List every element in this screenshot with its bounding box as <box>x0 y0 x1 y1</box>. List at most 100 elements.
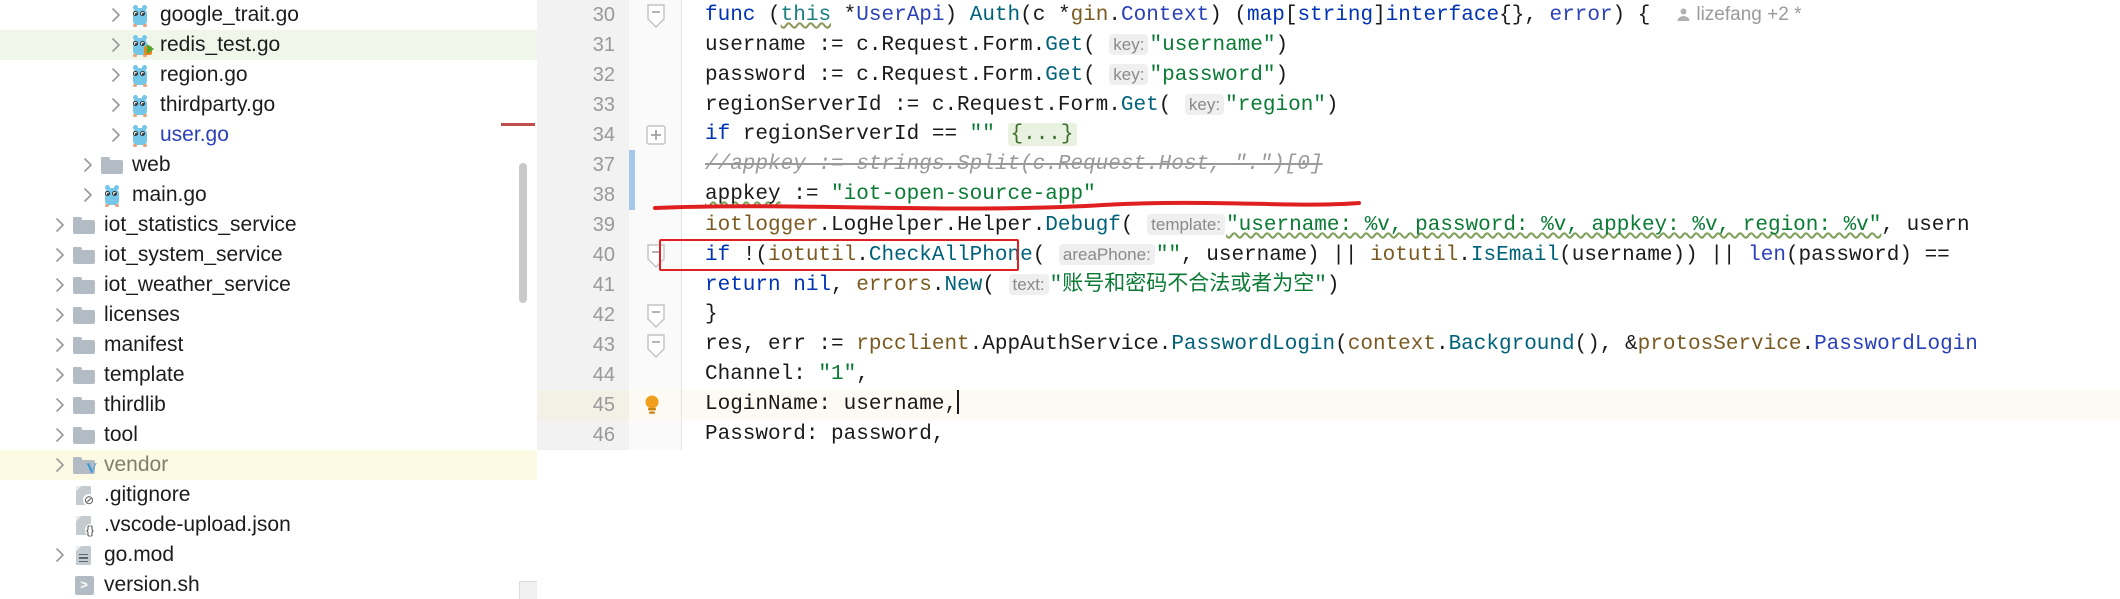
line-number[interactable]: 42 <box>537 300 629 330</box>
code-text[interactable]: func (this *UserApi) Auth(c *gin.Context… <box>705 0 2120 30</box>
code-text[interactable]: LoginName: username, <box>705 390 2120 420</box>
code-line-38[interactable]: 38 appkey := "iot-open-source-app" <box>537 180 2120 210</box>
code-line-45[interactable]: 45 LoginName: username, <box>537 390 2120 420</box>
file-tree[interactable]: google_trait.go redis_test.go region.go thi… <box>0 0 537 599</box>
code-text[interactable]: return nil, errors.New( text: "账号和密码不合法或者… <box>705 270 2120 300</box>
expand-chevron-icon[interactable] <box>78 185 99 206</box>
code-text[interactable]: //appkey := strings.Split(c.Request.Host… <box>705 150 2120 180</box>
tree-item-licenses[interactable]: licenses <box>0 300 537 330</box>
gutter-icons[interactable] <box>629 210 681 240</box>
vcs-author-annotation[interactable]: lizefang +2 * <box>1676 4 1801 25</box>
code-text[interactable]: password := c.Request.Form.Get( key: "pas… <box>705 60 2120 90</box>
tree-item-user-go[interactable]: user.go <box>0 120 537 150</box>
code-line-40[interactable]: 40 if !(iotutil.CheckAllPhone( areaPhone:… <box>537 240 2120 270</box>
code-fold-toggle[interactable] <box>645 334 667 358</box>
tree-item-vendor[interactable]: Vvendor <box>0 450 537 480</box>
expand-chevron-icon[interactable] <box>50 215 71 236</box>
line-number[interactable]: 40 <box>537 240 629 270</box>
code-line-46[interactable]: 46 Password: password, <box>537 420 2120 450</box>
gutter-icons[interactable] <box>629 360 681 390</box>
code-editor-pane[interactable]: 30 func (this *UserApi) Auth(c *gin.Conte… <box>537 0 2120 599</box>
gutter-icons[interactable] <box>629 240 681 270</box>
gutter-icons[interactable] <box>629 150 681 180</box>
code-line-43[interactable]: 43 res, err := rpcclient.AppAuthService.P… <box>537 330 2120 360</box>
expand-chevron-icon[interactable] <box>50 365 71 386</box>
code-text[interactable]: if regionServerId == "" {...} <box>705 120 2120 150</box>
gutter-icons[interactable] <box>629 180 681 210</box>
gutter-icons[interactable] <box>629 60 681 90</box>
line-number[interactable]: 45 <box>537 390 629 420</box>
line-number[interactable]: 33 <box>537 90 629 120</box>
expand-chevron-icon[interactable] <box>106 35 127 56</box>
code-text[interactable]: username := c.Request.Form.Get( key: "use… <box>705 30 2120 60</box>
code-text[interactable]: Channel: "1", <box>705 360 2120 390</box>
code-line-42[interactable]: 42 } <box>537 300 2120 330</box>
line-number[interactable]: 41 <box>537 270 629 300</box>
expand-chevron-icon[interactable] <box>106 95 127 116</box>
code-line-37[interactable]: 37 //appkey := strings.Split(c.Request.Ho… <box>537 150 2120 180</box>
line-number[interactable]: 30 <box>537 0 629 30</box>
expand-chevron-icon[interactable] <box>106 125 127 146</box>
code-fold-toggle[interactable] <box>645 4 667 28</box>
expand-chevron-icon[interactable] <box>50 245 71 266</box>
code-fold-toggle[interactable] <box>645 244 667 268</box>
code-fold-toggle[interactable] <box>645 124 667 146</box>
gutter-icons[interactable] <box>629 120 681 150</box>
tree-item-google-trait-go[interactable]: google_trait.go <box>0 0 537 30</box>
code-text[interactable]: res, err := rpcclient.AppAuthService.Pas… <box>705 330 2120 360</box>
code-line-41[interactable]: 41 return nil, errors.New( text: "账号和密码不合… <box>537 270 2120 300</box>
tree-item-web[interactable]: web <box>0 150 537 180</box>
tree-item-version-sh[interactable]: > version.sh <box>0 570 537 599</box>
line-number[interactable]: 34 <box>537 120 629 150</box>
line-number[interactable]: 43 <box>537 330 629 360</box>
expand-chevron-icon[interactable] <box>50 425 71 446</box>
code-fold-toggle[interactable] <box>645 304 667 328</box>
code-line-44[interactable]: 44 Channel: "1", <box>537 360 2120 390</box>
expand-chevron-icon[interactable] <box>78 155 99 176</box>
line-number[interactable]: 32 <box>537 60 629 90</box>
vcs-change-marker[interactable] <box>629 180 635 210</box>
code-line-30[interactable]: 30 func (this *UserApi) Auth(c *gin.Conte… <box>537 0 2120 30</box>
code-text[interactable]: regionServerId := c.Request.Form.Get( ke… <box>705 90 2120 120</box>
line-number[interactable]: 46 <box>537 420 629 450</box>
intention-action-bulb[interactable] <box>641 394 663 416</box>
code-lines[interactable]: 30 func (this *UserApi) Auth(c *gin.Conte… <box>537 0 2120 450</box>
tree-item-vscode-upload-json[interactable]: {} .vscode-upload.json <box>0 510 537 540</box>
gutter-icons[interactable] <box>629 0 681 30</box>
folded-code-block[interactable]: {...} <box>1007 123 1077 146</box>
tree-item-redis-test-go[interactable]: redis_test.go <box>0 30 537 60</box>
tree-item-gitignore[interactable]: ⊘ .gitignore <box>0 480 537 510</box>
expand-chevron-icon[interactable] <box>50 455 71 476</box>
expand-chevron-icon[interactable] <box>106 65 127 86</box>
gutter-icons[interactable] <box>629 330 681 360</box>
tree-item-iot-system-service[interactable]: iot_system_service <box>0 240 537 270</box>
gutter-icons[interactable] <box>629 90 681 120</box>
tree-item-go-mod[interactable]: go.mod <box>0 540 537 570</box>
line-number[interactable]: 31 <box>537 30 629 60</box>
gutter-icons[interactable] <box>629 30 681 60</box>
tree-item-thirdlib[interactable]: thirdlib <box>0 390 537 420</box>
gutter-icons[interactable] <box>629 300 681 330</box>
code-text[interactable]: if !(iotutil.CheckAllPhone( areaPhone: ""… <box>705 240 2120 270</box>
gutter-icons[interactable] <box>629 420 681 450</box>
project-tool-window[interactable]: google_trait.go redis_test.go region.go thi… <box>0 0 537 599</box>
sidebar-vertical-scrollbar[interactable] <box>519 163 527 303</box>
code-text[interactable]: appkey := "iot-open-source-app" <box>705 180 2120 210</box>
gutter-icons[interactable] <box>629 390 681 420</box>
vcs-change-marker[interactable] <box>629 150 635 180</box>
code-line-39[interactable]: 39 iotlogger.LogHelper.Helper.Debugf( tem… <box>537 210 2120 240</box>
expand-chevron-icon[interactable] <box>50 275 71 296</box>
expand-chevron-icon[interactable] <box>50 395 71 416</box>
tree-item-manifest[interactable]: manifest <box>0 330 537 360</box>
expand-chevron-icon[interactable] <box>50 335 71 356</box>
expand-chevron-icon[interactable] <box>50 545 71 566</box>
code-text[interactable]: iotlogger.LogHelper.Helper.Debugf( templ… <box>705 210 2120 240</box>
tree-item-thirdparty-go[interactable]: thirdparty.go <box>0 90 537 120</box>
gutter-icons[interactable] <box>629 270 681 300</box>
line-number[interactable]: 44 <box>537 360 629 390</box>
code-line-32[interactable]: 32 password := c.Request.Form.Get( key: "… <box>537 60 2120 90</box>
code-line-31[interactable]: 31 username := c.Request.Form.Get( key: "… <box>537 30 2120 60</box>
code-text[interactable]: Password: password, <box>705 420 2120 450</box>
line-number[interactable]: 37 <box>537 150 629 180</box>
tree-item-main-go[interactable]: main.go <box>0 180 537 210</box>
